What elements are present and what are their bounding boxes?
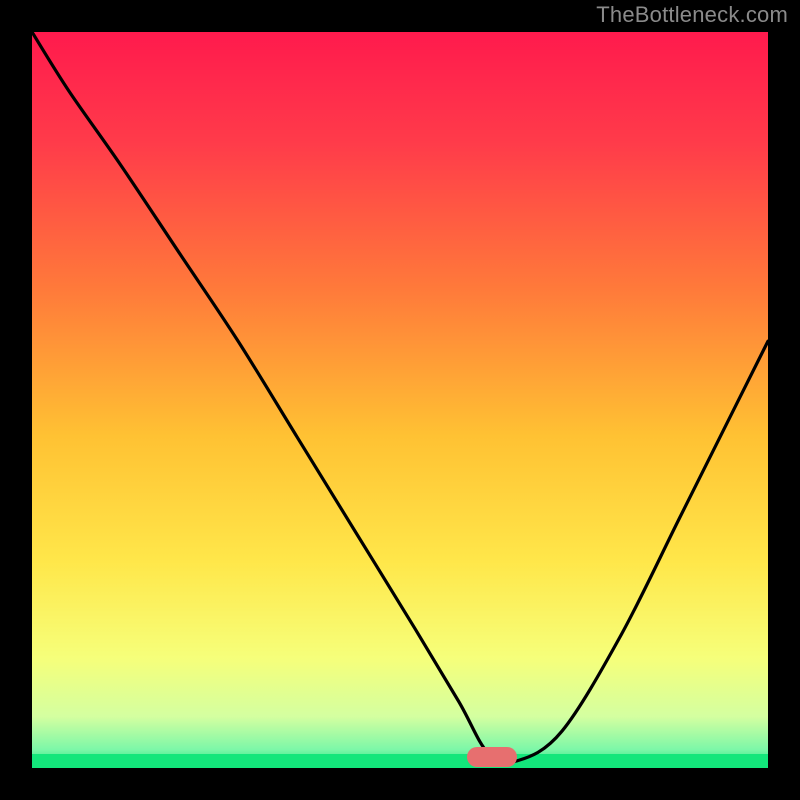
plot-area: [32, 32, 768, 768]
chart-frame: TheBottleneck.com: [0, 0, 800, 800]
bottleneck-curve: [32, 32, 768, 768]
optimal-point-marker: [467, 747, 517, 767]
watermark-text: TheBottleneck.com: [596, 2, 788, 28]
